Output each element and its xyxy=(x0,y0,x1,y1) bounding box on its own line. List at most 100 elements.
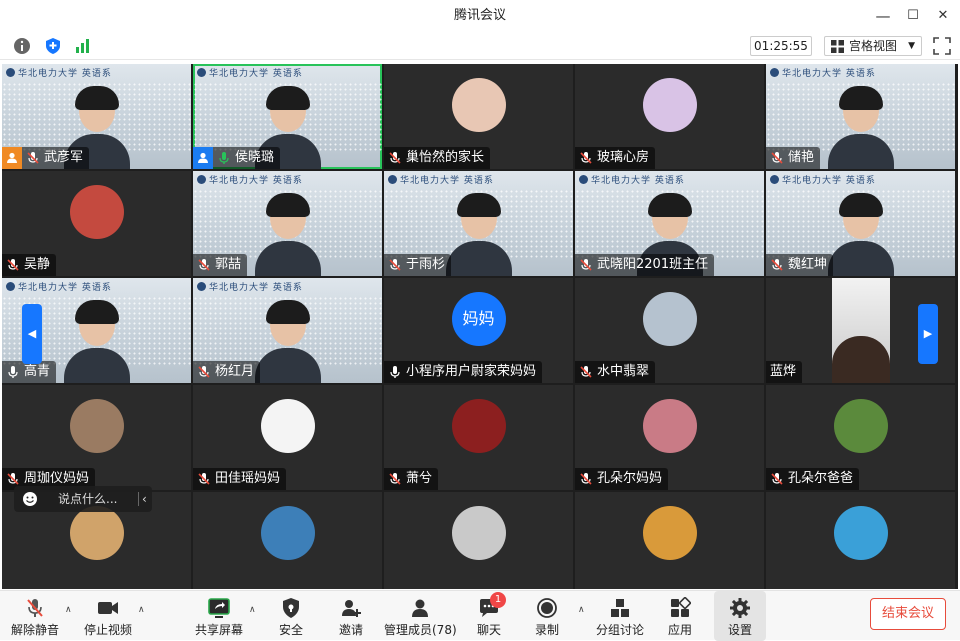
participant-name-bar: 侯晓璐 xyxy=(193,147,281,169)
manage-members-button[interactable]: 管理成员(78) xyxy=(384,591,457,641)
prev-page-button[interactable]: ◀ xyxy=(22,304,42,364)
mic-muted-icon xyxy=(771,472,783,485)
participant-name-bar: 于雨杉 xyxy=(384,254,452,276)
emoji-icon[interactable] xyxy=(22,491,38,507)
breakout-rooms-button[interactable]: 分组讨论 xyxy=(594,591,646,641)
unmute-label: 解除静音 xyxy=(10,623,59,637)
stop-video-button[interactable]: 停止视频 xyxy=(80,591,136,641)
end-meeting-button[interactable]: 结束会议 xyxy=(870,598,946,630)
participant-tile[interactable]: 水中翡翠 xyxy=(575,278,764,383)
record-label: 录制 xyxy=(534,623,559,637)
participant-tile[interactable]: 萧兮 xyxy=(384,385,573,490)
mic-muted-icon xyxy=(580,258,592,271)
university-logo: 华北电力大学 英语系 xyxy=(770,173,876,186)
mic-muted-icon xyxy=(389,151,401,164)
info-icon[interactable] xyxy=(13,37,31,55)
avatar xyxy=(642,506,697,560)
info-bar xyxy=(0,32,960,60)
share-screen-button[interactable]: 共享屏幕 xyxy=(192,591,246,641)
next-page-button[interactable]: ▶ xyxy=(918,304,938,364)
participant-name: 小程序用户尉家荣妈妈 xyxy=(406,364,537,379)
participant-tile[interactable]: 吴静 xyxy=(2,171,191,276)
participant-name: 武晓阳2201班主任 xyxy=(597,257,709,272)
participant-name: 萧兮 xyxy=(406,471,433,486)
participant-tile[interactable]: 华北电力大学 英语系 郭喆 xyxy=(193,171,382,276)
apps-icon xyxy=(671,597,691,617)
participant-name: 玻璃心房 xyxy=(597,150,650,165)
fullscreen-icon[interactable] xyxy=(932,36,952,56)
participant-tile[interactable]: 周珈仪妈妈 xyxy=(2,385,191,490)
participant-tile[interactable]: 田佳瑶妈妈 xyxy=(193,385,382,490)
participant-tile[interactable] xyxy=(384,492,573,589)
participant-name: 孔朵尔妈妈 xyxy=(597,471,663,486)
avatar xyxy=(69,506,124,560)
avatar: 妈妈 xyxy=(451,292,506,346)
participant-name: 储艳 xyxy=(788,150,815,165)
record-button[interactable]: 录制 xyxy=(526,591,568,641)
university-logo: 华北电力大学 英语系 xyxy=(197,66,303,79)
chevron-up-icon[interactable]: ∧ xyxy=(578,605,585,615)
participant-video xyxy=(827,193,894,276)
chat-input-bubble[interactable]: 说点什么... ‹ xyxy=(14,486,152,512)
close-button[interactable]: ✕ xyxy=(928,0,958,32)
participant-name-bar: 蓝烨 xyxy=(766,361,803,383)
participant-name-bar: 孔朵尔妈妈 xyxy=(575,468,669,490)
signal-icon[interactable] xyxy=(74,37,92,55)
meeting-timer: 01:25:55 xyxy=(750,36,812,56)
view-mode-dropdown[interactable]: 宫格视图 ▼ xyxy=(824,36,922,56)
participant-tile[interactable]: 华北电力大学 英语系 杨红月 xyxy=(193,278,382,383)
security-button[interactable]: 安全 xyxy=(270,591,312,641)
mic-muted-icon xyxy=(198,365,210,378)
participant-tile[interactable]: 华北电力大学 英语系 储艳 xyxy=(766,64,955,169)
participant-tile[interactable]: 华北电力大学 英语系 武彦军 xyxy=(2,64,191,169)
shield-icon[interactable] xyxy=(44,37,62,55)
participant-tile[interactable]: 玻璃心房 xyxy=(575,64,764,169)
chevron-up-icon[interactable]: ∧ xyxy=(65,605,72,615)
participant-name: 杨红月 xyxy=(215,364,255,379)
settings-button[interactable]: 设置 xyxy=(714,591,766,641)
avatar xyxy=(451,399,506,453)
participant-tile[interactable] xyxy=(193,492,382,589)
participant-tile[interactable]: 孔朵尔爸爸 xyxy=(766,385,955,490)
participant-tile[interactable] xyxy=(575,492,764,589)
participant-name-bar: 水中翡翠 xyxy=(575,361,656,383)
manage-members-label: 管理成员(78) xyxy=(384,623,457,637)
chevron-left-icon[interactable]: ‹ xyxy=(142,486,147,512)
maximize-button[interactable]: ☐ xyxy=(898,0,928,32)
participant-name-bar: 孔朵尔爸爸 xyxy=(766,468,860,490)
participant-tile[interactable]: 华北电力大学 英语系魏红坤 xyxy=(766,171,955,276)
university-logo: 华北电力大学 英语系 xyxy=(388,173,494,186)
participant-tile[interactable]: 华北电力大学 英语系 武晓阳2201班主任 xyxy=(575,171,764,276)
participant-name: 孔朵尔爸爸 xyxy=(788,471,854,486)
chat-unread-badge: 1 xyxy=(490,592,506,608)
participant-tile[interactable]: 华北电力大学 英语系侯晓璐 xyxy=(193,64,382,169)
participant-name-bar: 小程序用户尉家荣妈妈 xyxy=(384,361,543,383)
participant-tile[interactable] xyxy=(766,492,955,589)
minimize-button[interactable]: — xyxy=(868,0,898,32)
unmute-button[interactable]: 解除静音 xyxy=(8,591,62,641)
chevron-up-icon[interactable]: ∧ xyxy=(249,605,256,615)
chat-label: 聊天 xyxy=(476,623,501,637)
avatar-text: 妈妈 xyxy=(462,309,495,328)
mic-muted-icon xyxy=(27,151,39,164)
mic-muted-icon xyxy=(771,258,783,271)
participant-video xyxy=(254,193,321,276)
participant-tile[interactable]: 华北电力大学 英语系于雨杉 xyxy=(384,171,573,276)
avatar xyxy=(451,78,506,132)
participant-name: 吴静 xyxy=(24,257,51,272)
mic-icon xyxy=(390,365,400,378)
invite-button[interactable]: 邀请 xyxy=(330,591,372,641)
avatar xyxy=(642,292,697,346)
participant-tile[interactable]: 妈妈小程序用户尉家荣妈妈 xyxy=(384,278,573,383)
participant-name-bar: 巢怡然的家长 xyxy=(384,147,491,169)
chevron-left-icon: ◀ xyxy=(27,327,37,340)
participant-tile[interactable]: 孔朵尔妈妈 xyxy=(575,385,764,490)
apps-button[interactable]: 应用 xyxy=(660,591,700,641)
add-user-icon xyxy=(342,600,361,617)
university-logo: 华北电力大学 英语系 xyxy=(6,66,112,79)
participant-tile[interactable]: 巢怡然的家长 xyxy=(384,64,573,169)
chevron-down-icon: ▼ xyxy=(908,41,915,51)
chevron-up-icon[interactable]: ∧ xyxy=(138,605,145,615)
participant-name: 魏红坤 xyxy=(788,257,828,272)
cohost-badge xyxy=(193,147,213,169)
